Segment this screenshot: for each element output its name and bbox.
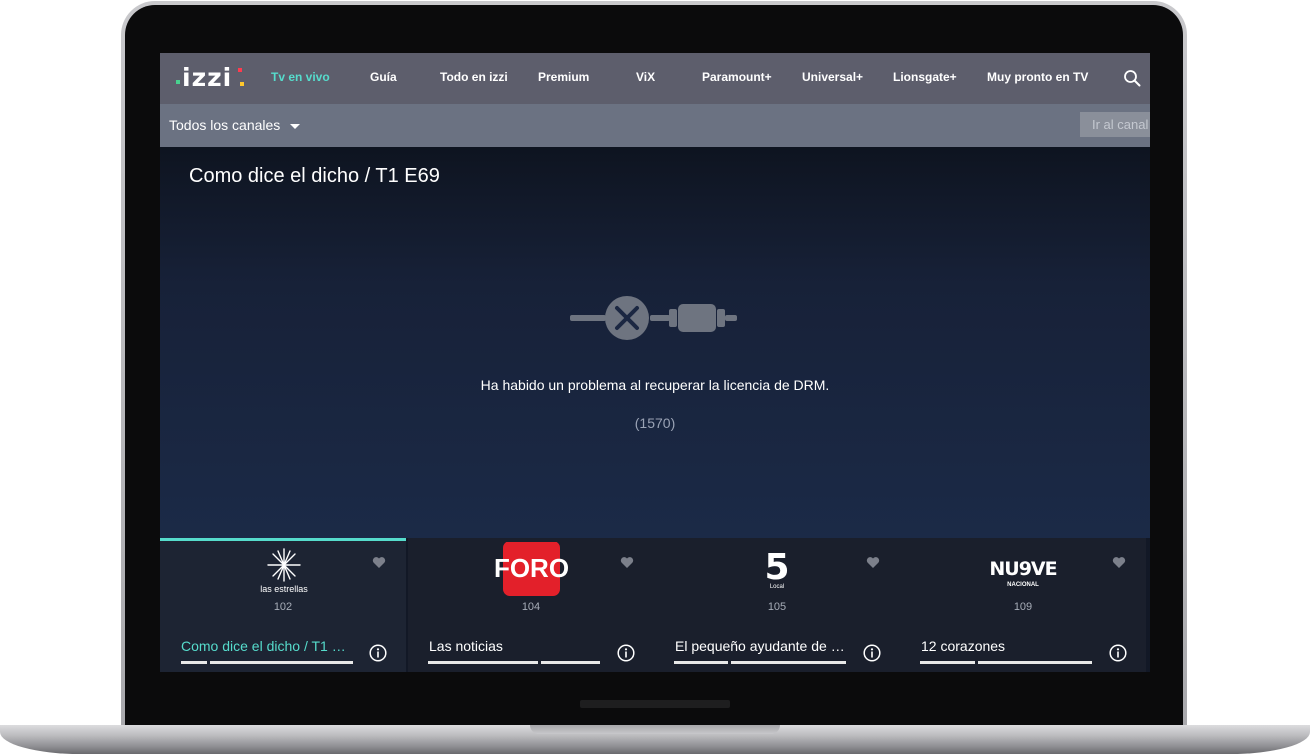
nav-vix[interactable]: ViX [636,70,655,84]
logo-text: izzi [182,63,233,92]
error-code: (1570) [634,415,676,431]
nueve-logo-text: NU9VE [989,558,1056,580]
channel-card-109[interactable]: NU9VE NACIONAL 109 12 corazones [900,538,1146,672]
heart-icon[interactable] [620,556,634,569]
goto-channel-input[interactable] [1080,112,1150,137]
nav-paramount[interactable]: Paramount+ [702,70,772,84]
caret-down-icon [290,123,301,129]
progress-bar-remaining [210,661,353,664]
nav-muy-pronto[interactable]: Muy pronto en TV [987,70,1088,84]
progress-bar-elapsed [674,661,728,664]
logo-dot-yellow [240,82,244,86]
info-icon[interactable] [863,644,881,662]
nueve-logo: NU9VE NACIONAL [989,558,1057,588]
channel-number: 102 [273,601,293,613]
search-icon[interactable] [1123,69,1141,87]
info-icon[interactable] [1109,644,1127,662]
info-icon[interactable] [617,644,635,662]
nav-todo-en-izzi[interactable]: Todo en izzi [440,70,508,84]
channel-card-104[interactable]: FORO 104 Las noticias [408,538,654,672]
foro-logo: FORO [494,542,569,596]
top-navbar: izzi Tv en vivo Guía Todo en izzi Premiu… [160,53,1150,104]
canal-5-logo-text: 5 [764,547,789,588]
progress-bar-elapsed [428,661,538,664]
logo-dot-red [238,68,242,72]
laptop-base-notch [530,725,780,734]
nueve-logo-subtext: NACIONAL [1007,582,1039,588]
error-message: Ha habido un problema al recuperar la li… [480,377,830,393]
app-screen: izzi Tv en vivo Guía Todo en izzi Premiu… [160,53,1150,672]
channel-filter-label: Todos los canales [169,117,281,133]
program-title: Como dice el dicho / T1 E69 [181,638,351,654]
progress-bar-elapsed [920,661,975,664]
program-title: 12 corazones [921,638,1006,654]
foro-logo-text: FORO [494,553,569,583]
heart-icon[interactable] [1112,556,1126,569]
channel-number: 104 [521,601,541,613]
heart-icon[interactable] [372,556,386,569]
nav-guia[interactable]: Guía [370,70,397,84]
progress-bar-elapsed [181,661,207,664]
progress-bar-remaining [541,661,600,664]
las-estrellas-logo-text: las estrellas [260,584,308,594]
channel-number: 109 [1013,601,1033,613]
channel-card-105[interactable]: 5 Local 105 El pequeño ayudante de Santa [654,538,900,672]
progress-bar-remaining [978,661,1092,664]
heart-icon[interactable] [866,556,880,569]
canal-5-logo-subtext: Local [770,584,784,590]
canal-5-logo: 5 Local [764,547,789,590]
filter-bar: Todos los canales [160,104,1150,147]
channel-card-102[interactable]: las estrellas 102 Como dice el dicho / T… [160,538,406,672]
laptop-hinge [580,700,730,708]
selected-indicator [160,538,406,541]
nav-lionsgate[interactable]: Lionsgate+ [893,70,957,84]
program-title: El pequeño ayudante de Santa [675,638,845,654]
video-player[interactable]: Como dice el dicho / T1 E69 Ha habido un… [160,147,1150,538]
logo-dot-green [176,80,180,84]
progress-bar-remaining [731,661,846,664]
las-estrellas-logo: las estrellas [260,548,308,594]
nav-tv-en-vivo[interactable]: Tv en vivo [271,70,330,84]
channel-filter-dropdown[interactable]: Todos los canales [169,117,301,133]
channel-number: 105 [767,601,787,613]
nav-universal[interactable]: Universal+ [802,70,863,84]
info-icon[interactable] [369,644,387,662]
show-title: Como dice el dicho / T1 E69 [189,165,440,187]
disconnected-plug-icon [570,296,737,340]
izzi-logo[interactable]: izzi [176,64,246,92]
nav-premium[interactable]: Premium [538,70,589,84]
channel-strip: las estrellas 102 Como dice el dicho / T… [160,538,1150,672]
program-title: Las noticias [429,638,503,654]
